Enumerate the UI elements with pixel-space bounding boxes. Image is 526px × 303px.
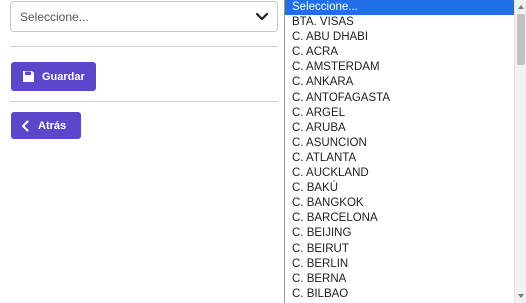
dropdown-option[interactable]: C. AMSTERDAM — [285, 60, 526, 75]
dropdown-option[interactable]: C. ANTOFAGASTA — [285, 91, 526, 106]
dropdown-option[interactable]: C. BANGKOK — [285, 196, 526, 211]
scroll-down-arrow-icon[interactable] — [517, 292, 525, 300]
dropdown-option[interactable]: C. BARCELONA — [285, 211, 526, 226]
divider — [10, 101, 278, 102]
dropdown-option[interactable]: C. BEIRUT — [285, 242, 526, 257]
scrollbar-thumb[interactable] — [517, 14, 525, 65]
page: Seleccione... Guardar Atrás Seleccione..… — [0, 0, 526, 303]
dropdown-option[interactable]: C. ARUBA — [285, 121, 526, 136]
dropdown-option[interactable]: C. ARGEL — [285, 106, 526, 121]
select-dropdown-list[interactable]: Seleccione... BTA. VISAS C. ABU DHABI C. AC… — [284, 0, 526, 303]
consulate-select[interactable]: Seleccione... — [10, 1, 278, 32]
save-button-label: Guardar — [42, 70, 85, 83]
scroll-up-arrow-icon[interactable] — [517, 3, 525, 11]
dropdown-scrollbar[interactable] — [514, 0, 526, 303]
back-button-label: Atrás — [38, 119, 67, 132]
dropdown-option[interactable]: C. BEIJING — [285, 226, 526, 241]
select-value: Seleccione... — [20, 10, 89, 24]
dropdown-option[interactable]: C. BAKÚ — [285, 181, 526, 196]
dropdown-option[interactable]: C. ASUNCION — [285, 136, 526, 151]
dropdown-option[interactable]: C. BILBAO — [285, 287, 526, 302]
dropdown-option[interactable]: C. BERNA — [285, 272, 526, 287]
dropdown-option[interactable]: C. ACRA — [285, 45, 526, 60]
divider — [10, 46, 278, 47]
dropdown-option[interactable]: Seleccione... — [285, 0, 526, 16]
back-button[interactable]: Atrás — [11, 112, 81, 139]
dropdown-option[interactable]: C. BERLIN — [285, 257, 526, 272]
dropdown-option[interactable]: C. ABU DHABI — [285, 30, 526, 45]
dropdown-option[interactable]: C. ANKARA — [285, 75, 526, 90]
dropdown-option[interactable]: C. AUCKLAND — [285, 166, 526, 181]
chevron-left-icon — [22, 120, 29, 131]
dropdown-option[interactable]: BTA. VISAS — [285, 15, 526, 30]
save-icon — [23, 71, 34, 82]
save-button[interactable]: Guardar — [11, 62, 96, 91]
chevron-down-icon — [255, 12, 269, 21]
dropdown-option[interactable]: C. ATLANTA — [285, 151, 526, 166]
